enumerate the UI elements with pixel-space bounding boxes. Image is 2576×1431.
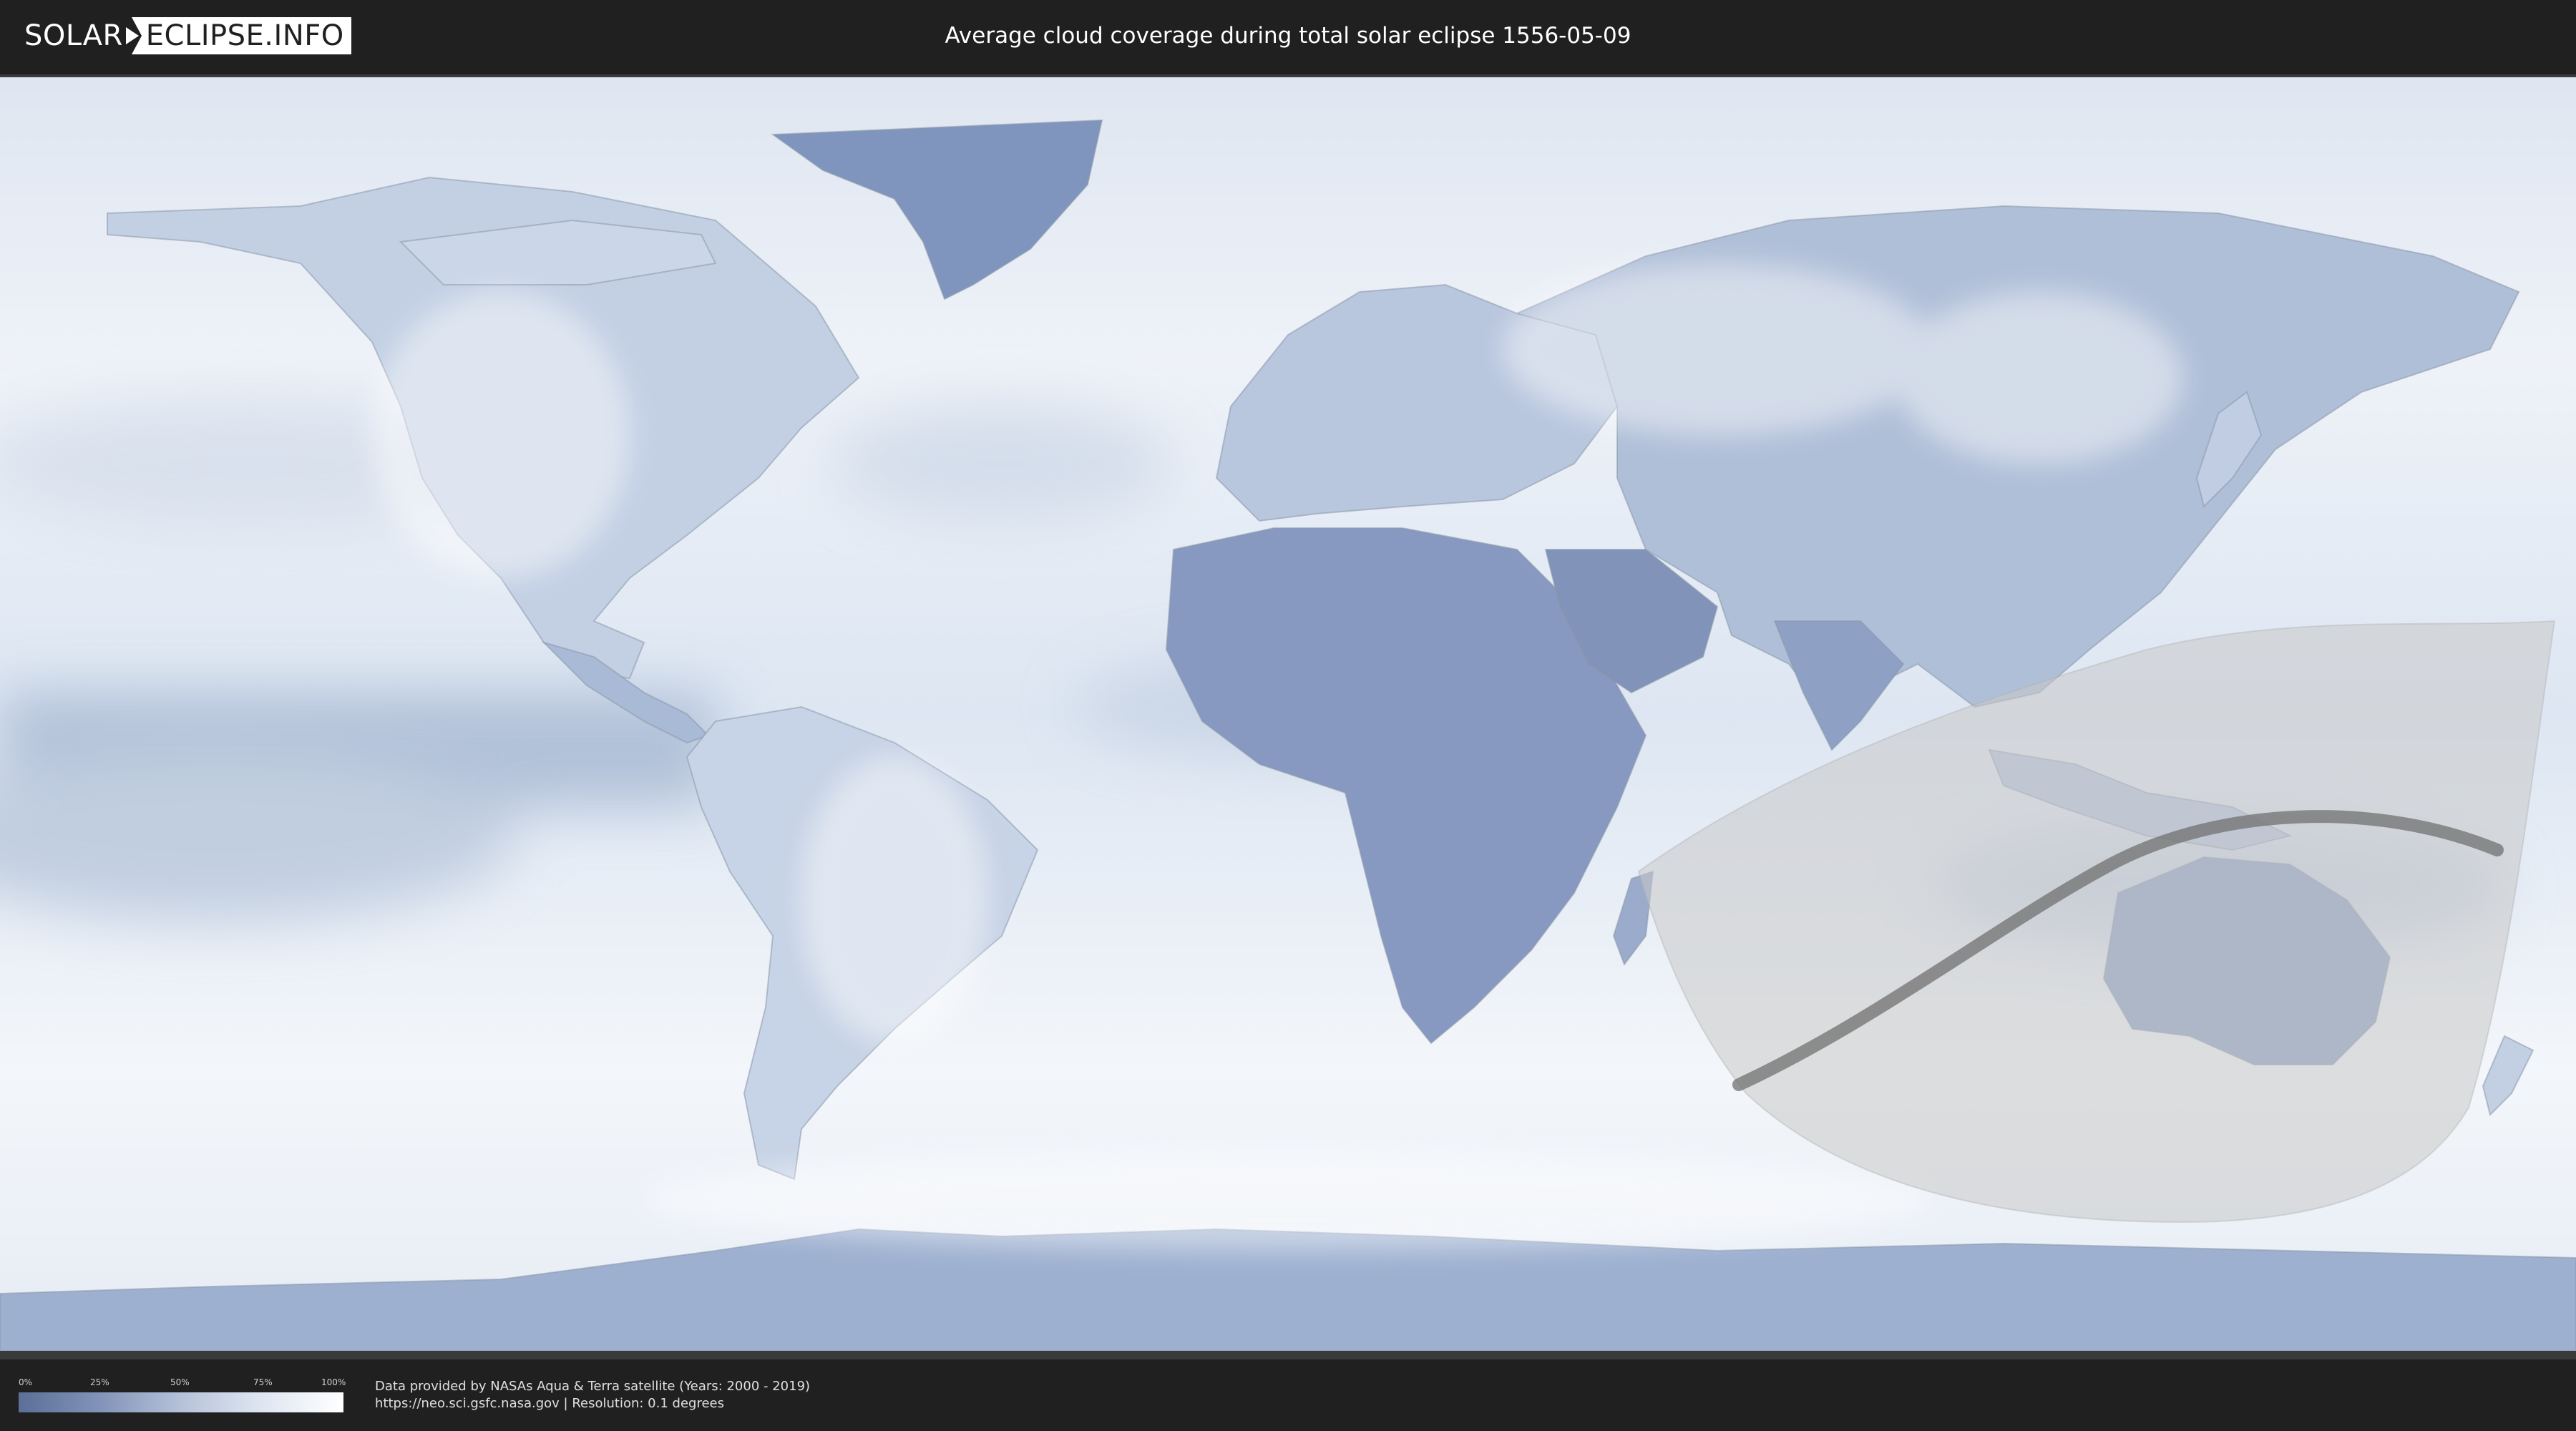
legend-tick-75: 75% bbox=[253, 1377, 273, 1387]
data-source-text[interactable]: https://neo.sci.gsfc.nasa.gov | Resoluti… bbox=[375, 1395, 724, 1412]
data-credit-text: Data provided by NASAs Aqua & Terra sate… bbox=[375, 1379, 811, 1394]
header-bar: SOLAR ECLIPSE.INFO Average cloud coverag… bbox=[0, 0, 2576, 72]
legend-tick-50: 50% bbox=[170, 1377, 190, 1387]
cloud-coverage-legend-bar bbox=[19, 1392, 343, 1412]
page-title: Average cloud coverage during total sola… bbox=[945, 23, 1631, 49]
legend-tick-100: 100% bbox=[321, 1377, 346, 1387]
legend-tick-0: 0% bbox=[19, 1377, 33, 1387]
legend-tick-25: 25% bbox=[90, 1377, 109, 1387]
cloud-coverage-map[interactable] bbox=[0, 77, 2576, 1351]
